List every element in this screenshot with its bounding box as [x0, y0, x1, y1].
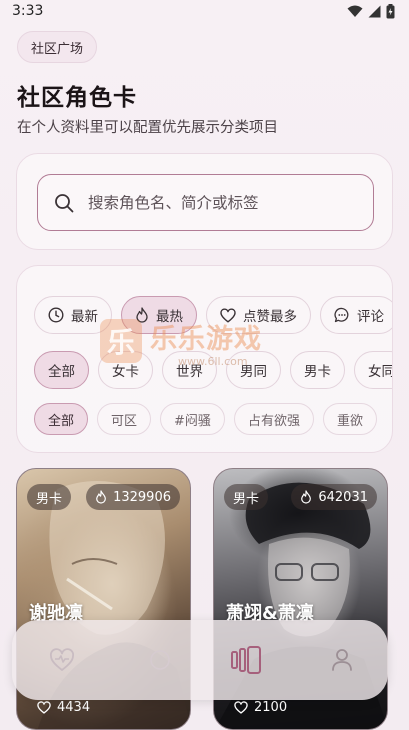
sort-most-liked-label: 点赞最多 [243, 309, 297, 325]
clock-icon [48, 307, 64, 323]
comment-icon [334, 307, 349, 323]
wifi-icon [347, 5, 363, 17]
sort-latest-button[interactable]: 最新 [34, 296, 112, 334]
page-subtitle: 在个人资料里可以配置优先展示分类项目 [17, 120, 278, 136]
sort-hottest-label: 最热 [156, 309, 183, 325]
status-icons [347, 3, 395, 19]
search-icon [55, 193, 74, 212]
sort-latest-label: 最新 [71, 309, 98, 325]
community-plaza-chip[interactable]: 社区广场 [17, 31, 98, 63]
search-box[interactable] [37, 174, 374, 231]
nav-profile[interactable] [324, 642, 360, 678]
sort-comments-label: 评论 [357, 309, 384, 325]
heart-icon [220, 307, 236, 322]
status-time: 3:33 [12, 3, 44, 19]
search-input[interactable] [88, 193, 338, 212]
bottom-nav [12, 620, 388, 700]
category-row: 全部 女卡 世界 男同 男卡 女同 [34, 351, 392, 389]
card-hot-count: 1329906 [86, 484, 180, 510]
heart-icon [37, 701, 51, 714]
signal-icon [368, 5, 381, 17]
card-likes[interactable]: 4434 [37, 700, 90, 715]
flame-icon [96, 490, 106, 504]
sort-hottest-button[interactable]: 最热 [121, 296, 197, 334]
category-female-card[interactable]: 女卡 [98, 351, 153, 389]
category-male-card[interactable]: 男卡 [290, 351, 345, 389]
compass-icon [150, 650, 170, 670]
card-likes-value: 4434 [57, 700, 91, 715]
card-likes[interactable]: 2100 [234, 700, 287, 715]
cards-icon [231, 646, 261, 674]
nav-discover[interactable] [142, 642, 178, 678]
card-gender-badge: 男卡 [224, 484, 269, 510]
profile-icon [332, 649, 352, 671]
card-hot-value: 642031 [318, 489, 368, 505]
card-hot-count: 642031 [291, 484, 377, 510]
tag-item[interactable]: #闷骚 [160, 403, 225, 435]
sort-comments-button[interactable]: 评论 [320, 296, 392, 334]
heart-pulse-icon [50, 648, 74, 671]
tag-item[interactable]: 占有欲强 [233, 403, 314, 435]
category-world[interactable]: 世界 [162, 351, 217, 389]
tag-item[interactable]: 可区 [97, 403, 152, 435]
card-gender-badge: 男卡 [27, 484, 72, 510]
nav-favorites[interactable] [44, 642, 80, 678]
flame-icon [136, 307, 148, 323]
tag-row: 全部 可区 #闷骚 占有欲强 重欲 [34, 403, 377, 435]
category-male-gay[interactable]: 男同 [226, 351, 281, 389]
flame-icon [301, 490, 312, 504]
tag-item[interactable]: 重欲 [322, 403, 377, 435]
sort-most-liked-button[interactable]: 点赞最多 [206, 296, 311, 334]
search-card [16, 153, 393, 250]
sort-row: 最新 最热 点赞最多 评论 [34, 296, 392, 334]
category-all[interactable]: 全部 [34, 351, 89, 389]
status-bar: 3:33 [0, 0, 409, 22]
category-female-gay[interactable]: 女同 [354, 351, 392, 389]
nav-cards[interactable] [228, 642, 264, 678]
card-hot-value: 1329906 [113, 489, 171, 505]
card-likes-value: 2100 [254, 700, 288, 715]
heart-icon [234, 701, 248, 714]
filter-card: 最新 最热 点赞最多 评论 全部 女卡 世界 男同 男卡 女同 全部 可区 #闷… [16, 265, 393, 453]
tag-all[interactable]: 全部 [34, 403, 89, 435]
battery-icon [386, 3, 395, 18]
page-title: 社区角色卡 [17, 85, 137, 111]
